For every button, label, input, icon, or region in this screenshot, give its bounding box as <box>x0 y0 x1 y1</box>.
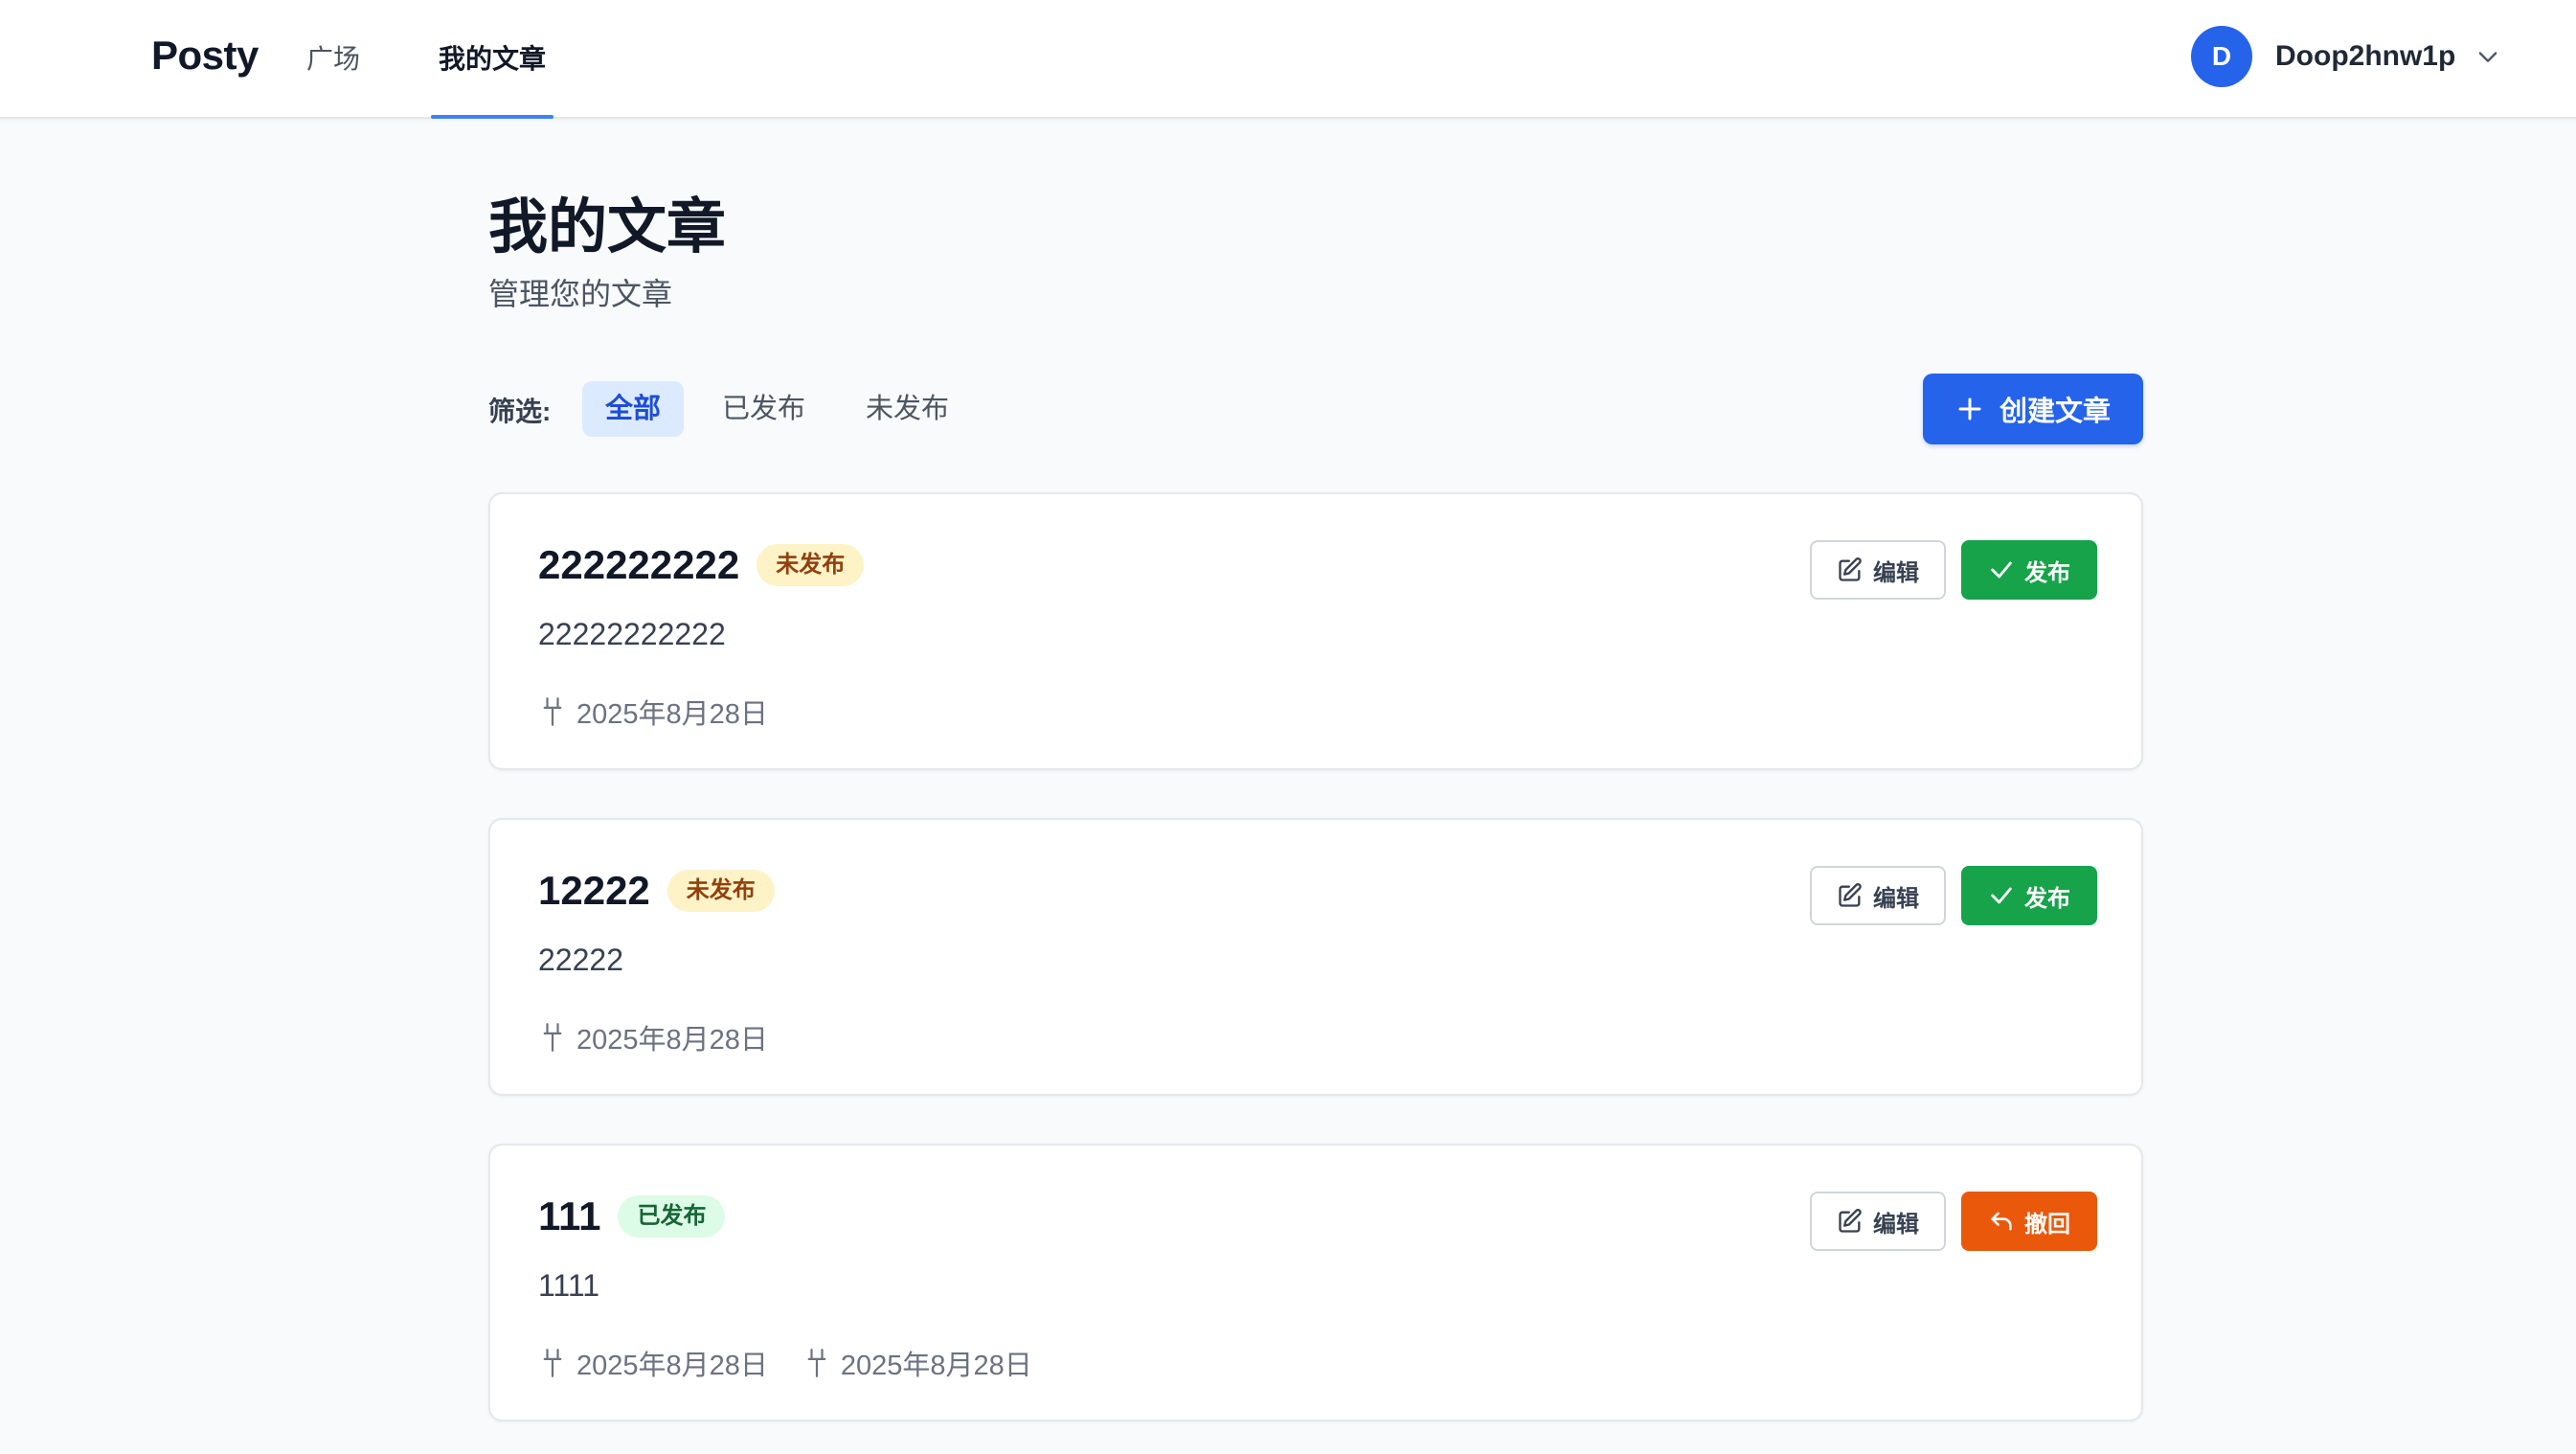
publish-button[interactable]: 发布 <box>1961 540 2097 600</box>
check-icon <box>1991 887 2012 904</box>
post-card: 111 已发布 1111 2025年8月28日 2025年8月28日 编辑 撤回 <box>488 1144 2143 1421</box>
chevron-down-icon <box>2478 52 2497 62</box>
pin-icon <box>543 1349 562 1377</box>
post-content: 22222 <box>538 943 623 977</box>
filter-all[interactable]: 全部 <box>582 381 685 437</box>
post-card: 12222 未发布 22222 2025年8月28日 编辑 发布 <box>488 818 2143 1096</box>
edit-label: 编辑 <box>1873 885 1919 912</box>
post-date-text: 2025年8月28日 <box>576 1351 768 1381</box>
post-title: 222222222 <box>538 542 740 587</box>
status-badge: 已发布 <box>618 1195 726 1238</box>
pin-icon <box>807 1349 826 1377</box>
pencil-square-icon <box>1839 557 1862 581</box>
pin-icon <box>543 697 562 726</box>
page-subtitle: 管理您的文章 <box>488 277 673 311</box>
post-title: 111 <box>538 1193 601 1238</box>
edit-button[interactable]: 编辑 <box>1810 1192 1946 1251</box>
edit-label: 编辑 <box>1873 559 1919 586</box>
post-meta: 2025年8月28日 2025年8月28日 <box>542 1343 1071 1383</box>
user-menu[interactable]: D Doop2hnw1p <box>2191 25 2501 88</box>
status-badge: 未发布 <box>757 544 865 586</box>
nav-link-my-posts[interactable]: 我的文章 <box>430 0 554 119</box>
filter-published[interactable]: 已发布 <box>699 381 828 437</box>
create-post-button[interactable]: 创建文章 <box>1923 374 2143 444</box>
publish-label: 发布 <box>2024 559 2070 586</box>
revoke-button[interactable]: 撤回 <box>1961 1192 2097 1251</box>
avatar: D <box>2191 26 2252 87</box>
publish-label: 发布 <box>2024 885 2070 912</box>
post-date-text: 2025年8月28日 <box>840 1351 1032 1381</box>
post-meta: 2025年8月28日 <box>542 692 806 732</box>
pencil-square-icon <box>1839 883 1862 907</box>
post-date: 2025年8月28日 <box>542 1017 768 1057</box>
post-date-text: 2025年8月28日 <box>576 699 768 730</box>
post-date: 2025年8月28日 <box>542 1343 768 1383</box>
edit-button[interactable]: 编辑 <box>1810 866 1946 925</box>
username: Doop2hnw1p <box>2275 40 2456 72</box>
check-icon <box>1991 561 2012 579</box>
post-date-text: 2025年8月28日 <box>576 1025 768 1056</box>
plus-icon <box>1958 398 1981 420</box>
post-content: 22222222222 <box>538 617 726 651</box>
post-title: 12222 <box>538 868 650 913</box>
filter-label: 筛选: <box>488 397 552 426</box>
filter-unpublished[interactable]: 未发布 <box>843 381 972 437</box>
post-content: 1111 <box>538 1268 600 1303</box>
page-title: 我的文章 <box>488 194 727 261</box>
post-meta: 2025年8月28日 <box>542 1017 806 1057</box>
pin-icon <box>543 1023 562 1052</box>
pencil-square-icon <box>1839 1209 1862 1233</box>
brand-logo[interactable]: Posty <box>151 33 259 79</box>
post-date: 2025年8月28日 <box>542 692 768 732</box>
status-badge: 未发布 <box>667 870 775 912</box>
create-post-label: 创建文章 <box>1999 397 2111 427</box>
revoke-label: 撤回 <box>2024 1211 2070 1238</box>
post-card: 222222222 未发布 22222222222 2025年8月28日 编辑 … <box>488 492 2143 770</box>
undo-arrow-icon <box>1991 1212 2012 1231</box>
publish-button[interactable]: 发布 <box>1961 866 2097 925</box>
post-published-date: 2025年8月28日 <box>806 1343 1032 1383</box>
edit-button[interactable]: 编辑 <box>1810 540 1946 600</box>
nav-link-square[interactable]: 广场 <box>306 0 360 119</box>
top-navbar: Posty 广场 我的文章 D Doop2hnw1p <box>0 0 2576 119</box>
edit-label: 编辑 <box>1873 1211 1919 1238</box>
